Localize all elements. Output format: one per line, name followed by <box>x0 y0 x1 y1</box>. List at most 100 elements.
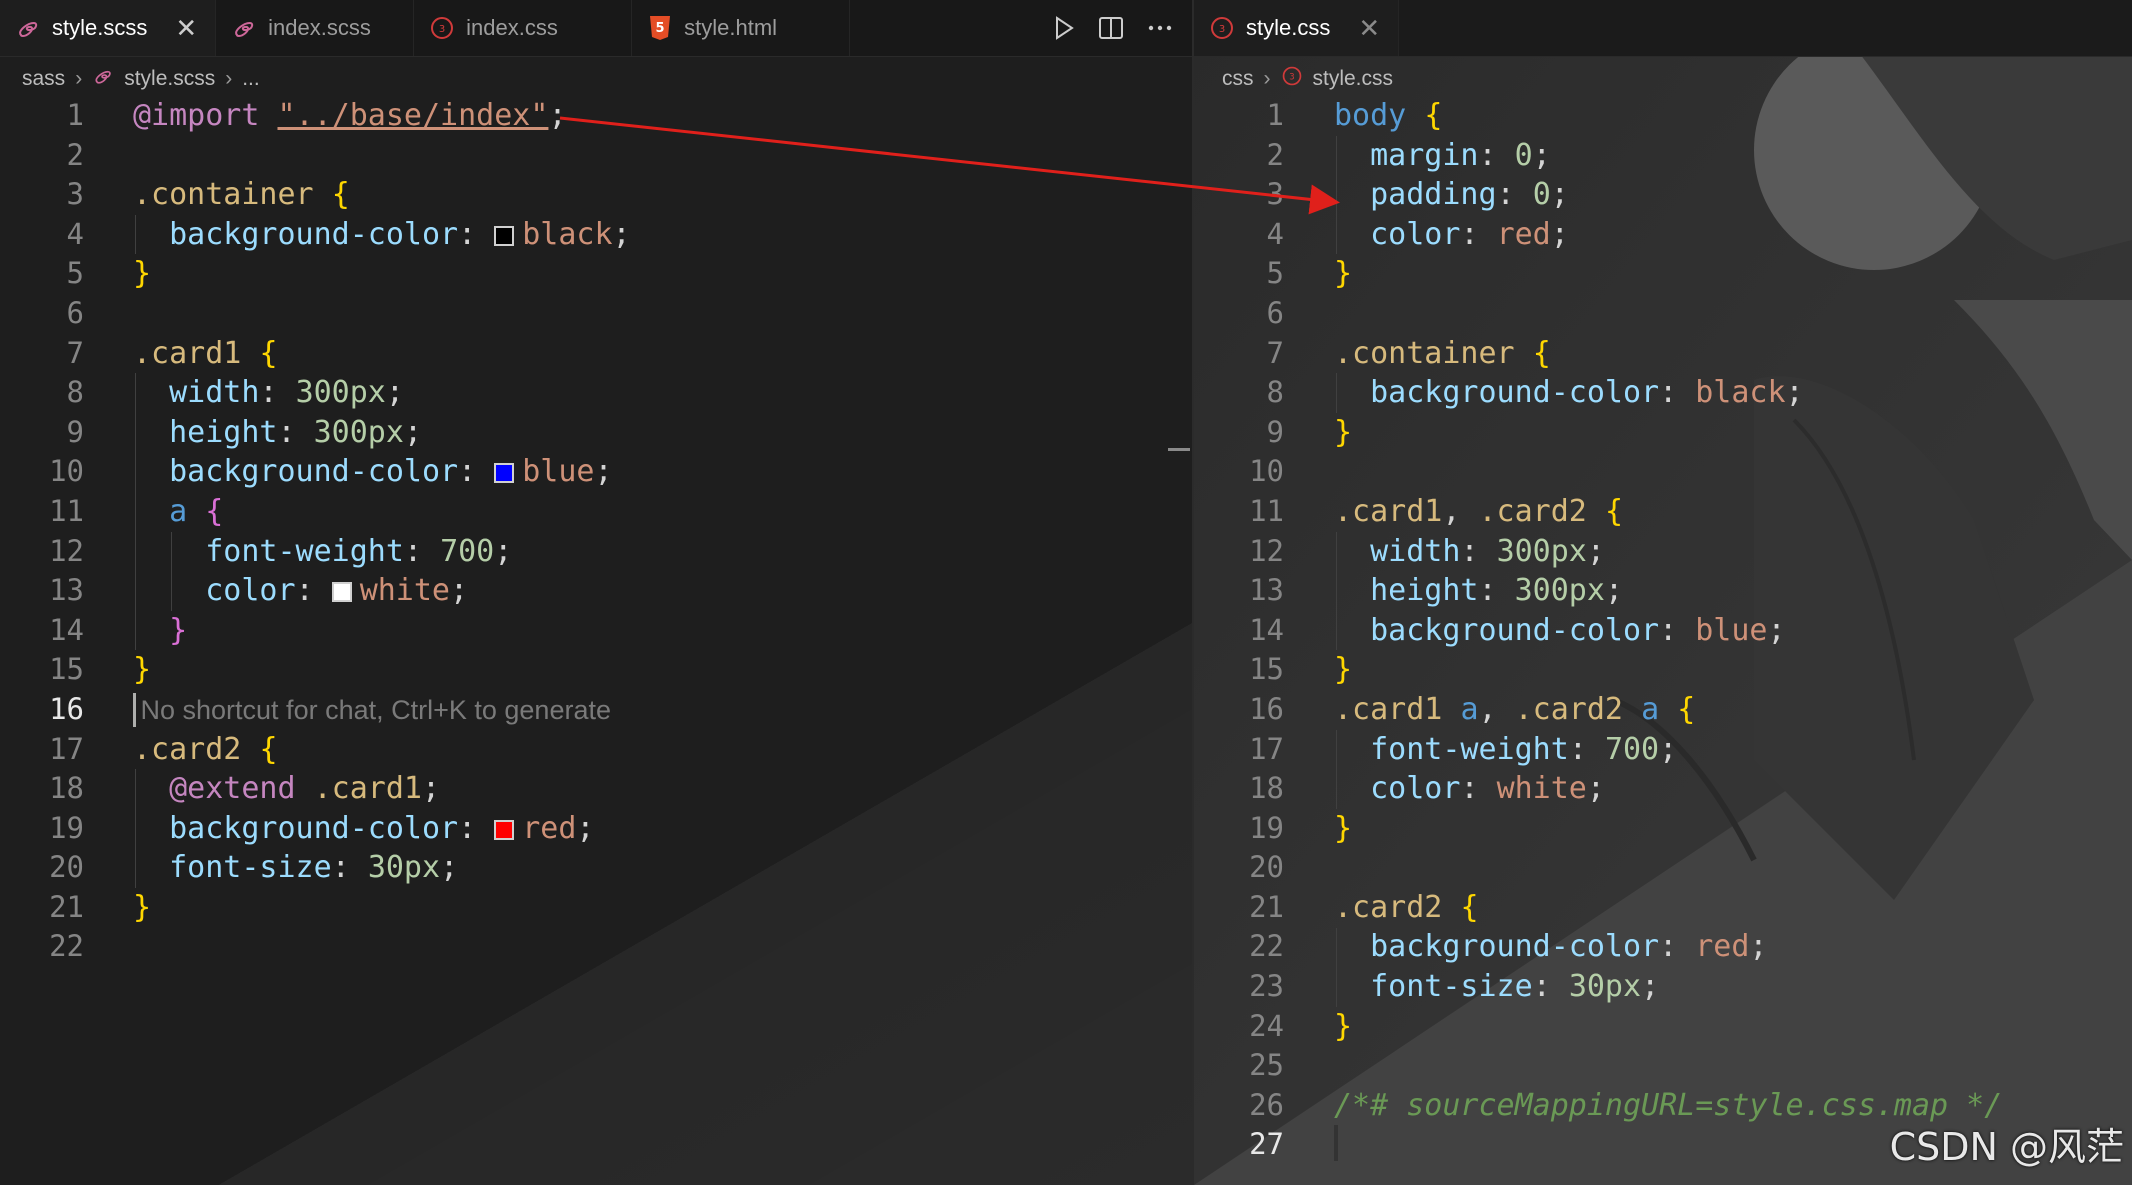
code-text: } <box>1334 809 1352 849</box>
color-swatch[interactable] <box>494 225 515 246</box>
code-text: .container { <box>133 175 350 215</box>
line-number: 19 <box>49 810 84 845</box>
breadcrumb-folder[interactable]: sass <box>22 67 65 91</box>
code-token: { <box>1604 493 1623 529</box>
code-token: black <box>1695 375 1786 411</box>
line-number: 18 <box>1249 771 1284 806</box>
line-number: 20 <box>49 850 84 885</box>
line-number: 1 <box>66 98 84 132</box>
code-text: } <box>1334 650 1352 690</box>
tab-style-html[interactable]: 5 style.html <box>632 0 851 56</box>
code-token: 700 <box>1604 731 1660 767</box>
line-number: 4 <box>1266 216 1284 251</box>
code-token: : <box>1532 969 1569 1005</box>
tab-index-css[interactable]: 3 index.css <box>414 0 633 56</box>
scrollbar-marker[interactable] <box>1168 448 1190 451</box>
line-number: 11 <box>49 493 84 528</box>
line-number: 20 <box>1249 850 1284 885</box>
code-text: .card1, .card2 { <box>1334 492 1623 532</box>
code-token: : <box>458 810 495 846</box>
code-token: .card2 <box>1334 889 1443 925</box>
line-number: 12 <box>49 533 84 568</box>
color-swatch[interactable] <box>494 819 515 840</box>
svg-text:3: 3 <box>1289 71 1294 81</box>
code-token: blue <box>1695 612 1768 648</box>
code-text: padding: 0; <box>1334 175 1569 215</box>
code-token: { <box>1677 691 1696 727</box>
code-token: ; <box>1550 216 1569 252</box>
code-token: } <box>1334 1008 1353 1044</box>
sass-icon <box>14 14 42 42</box>
code-token: { <box>1460 889 1479 925</box>
code-text: background-color: black; <box>133 215 630 255</box>
code-token: , <box>1442 493 1479 529</box>
code-token: { <box>259 335 278 371</box>
indent-guide <box>135 769 136 888</box>
breadcrumb-file[interactable]: style.scss <box>124 67 215 91</box>
editor-actions <box>1052 0 1174 56</box>
more-actions-icon[interactable] <box>1146 15 1174 41</box>
code-token: : <box>458 216 495 252</box>
tab-index-scss[interactable]: index.scss <box>216 0 415 56</box>
close-icon[interactable]: ✕ <box>1358 13 1380 44</box>
code-token: black <box>522 216 613 252</box>
tab-label: style.scss <box>52 15 148 40</box>
code-text: color: white; <box>133 571 468 611</box>
tab-style-scss[interactable]: style.scss ✕ <box>0 0 217 56</box>
code-token: a <box>169 493 188 529</box>
line-number: 9 <box>66 414 84 449</box>
right-tab-bar: 3 style.css ✕ <box>1194 0 2132 57</box>
line-number: 10 <box>49 454 84 489</box>
line-number: 3 <box>1266 177 1284 212</box>
run-icon[interactable] <box>1052 15 1076 41</box>
code-token: background-color <box>169 810 459 846</box>
split-editor-icon[interactable] <box>1098 15 1124 41</box>
sass-icon <box>230 14 258 42</box>
code-text: .container { <box>1334 334 1551 374</box>
css-icon: 3 <box>1281 65 1303 93</box>
code-token: .card2 <box>1478 493 1587 529</box>
code-token: white <box>359 573 450 609</box>
code-token: No shortcut for chat, Ctrl+K to generate <box>133 694 611 725</box>
code-token: : <box>1568 731 1605 767</box>
line-number: 23 <box>1249 969 1284 1004</box>
code-token: : <box>1460 771 1497 807</box>
code-token: { <box>259 731 278 767</box>
code-text: background-color: red; <box>1334 927 1767 967</box>
tab-style-css[interactable]: 3 style.css ✕ <box>1194 0 1400 56</box>
code-token: color <box>205 573 296 609</box>
breadcrumb: sass › style.scss › ... <box>22 62 260 96</box>
line-number: 5 <box>66 256 84 291</box>
code-token: { <box>1424 98 1443 133</box>
code-token: height <box>1370 573 1479 609</box>
code-token: .card2 <box>133 731 242 767</box>
breadcrumb-more[interactable]: ... <box>242 67 260 91</box>
code-token: ; <box>450 573 469 609</box>
code-token: { <box>205 493 224 529</box>
code-token: : <box>403 533 441 569</box>
code-token: color <box>1370 216 1461 252</box>
indent-guide <box>135 214 136 255</box>
indent-guide <box>1336 531 1337 651</box>
color-swatch[interactable] <box>331 582 352 603</box>
line-number: 26 <box>1249 1087 1284 1122</box>
code-token: { <box>1532 335 1551 371</box>
color-swatch[interactable] <box>494 463 515 484</box>
breadcrumb-folder[interactable]: css <box>1222 67 1254 91</box>
left-tab-bar: style.scss ✕ index.scss 3 index.css 5 st… <box>0 0 1192 57</box>
breadcrumb-file[interactable]: style.css <box>1313 67 1394 91</box>
close-icon[interactable]: ✕ <box>175 13 197 44</box>
code-token: : <box>1478 137 1515 173</box>
